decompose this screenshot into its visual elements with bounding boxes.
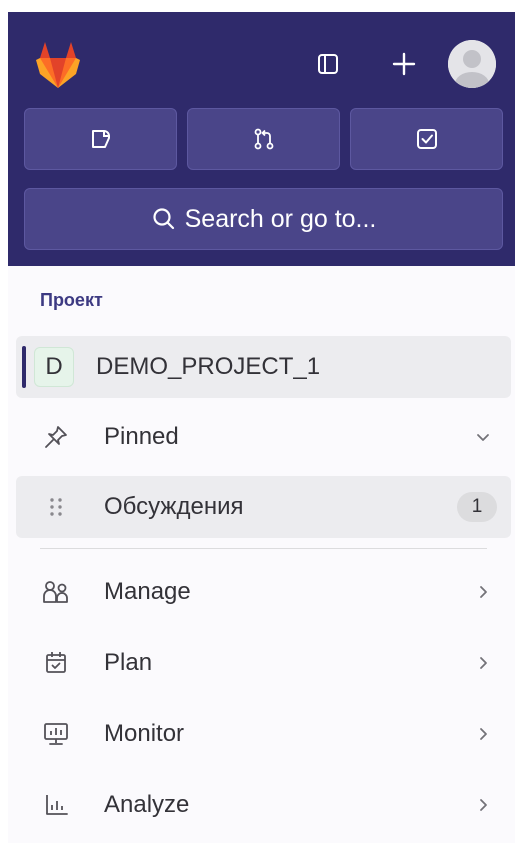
sidebar-item-label: Plan [104,649,153,676]
sidebar: Search or go to... Проект D DEMO_PROJECT… [8,12,515,843]
chevron-right-icon [469,578,497,606]
section-label: Проект [40,290,103,310]
issues-icon [91,130,110,148]
user-avatar-icon[interactable] [448,40,496,88]
active-indicator [22,346,26,388]
sidebar-item-label: Pinned [104,423,179,450]
drag-handle-icon[interactable] [32,487,80,527]
calendar-check-icon [32,643,80,683]
sidebar-header: Search or go to... [8,12,515,266]
search-button[interactable]: Search or go to... [24,188,503,250]
sidebar-item-label: DEMO_PROJECT_1 [96,353,321,380]
merge-request-icon [254,128,273,150]
issues-button[interactable] [24,108,177,170]
users-icon [32,572,80,612]
chevron-right-icon [469,720,497,748]
chevron-right-icon [469,649,497,677]
gitlab-tanuki-icon[interactable] [30,36,86,92]
sidebar-item-label: Обсуждения [104,493,244,520]
sidebar-item-analyze[interactable]: Analyze [16,774,511,836]
search-icon [153,208,174,230]
project-avatar: D [34,347,74,387]
create-new-button[interactable] [382,42,426,86]
thumbtack-icon [32,417,80,457]
divider [40,548,487,549]
sidebar-item-monitor[interactable]: Monitor [16,703,511,765]
sidebar-item-manage[interactable]: Manage [16,561,511,623]
sidebar-item-discussions[interactable]: Обсуждения 1 [16,476,511,538]
todos-button[interactable] [350,108,503,170]
merge-requests-button[interactable] [187,108,340,170]
chevron-down-icon[interactable] [469,423,497,451]
sidebar-item-label: Manage [104,578,191,605]
count-badge: 1 [457,492,497,522]
chevron-right-icon [469,791,497,819]
todo-checkbox-icon [416,129,437,149]
search-label: Search or go to... [184,204,377,233]
chart-icon [32,785,80,825]
sidebar-item-label: Monitor [104,720,185,747]
sidebar-item-project[interactable]: D DEMO_PROJECT_1 [16,336,511,398]
sidebar-toggle-icon[interactable] [306,42,350,86]
plus-icon [392,52,416,76]
sidebar-item-pinned[interactable]: Pinned [16,406,511,468]
monitor-icon [32,714,80,754]
sidebar-item-plan[interactable]: Plan [16,632,511,694]
sidebar-item-label: Analyze [104,791,190,818]
